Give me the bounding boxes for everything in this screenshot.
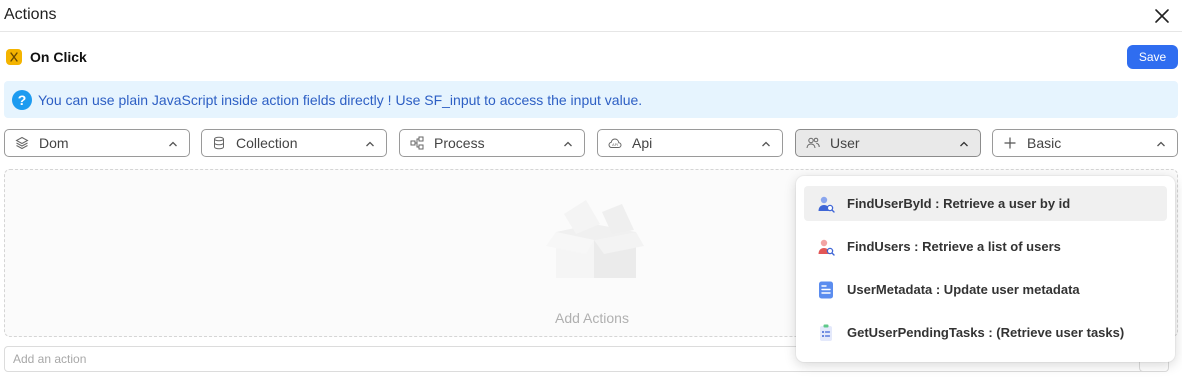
chevron-up-icon — [1155, 137, 1167, 149]
menu-item-label: UserMetadata : Update user metadata — [847, 282, 1080, 297]
menu-item-label: FindUsers : Retrieve a list of users — [847, 239, 1061, 254]
menu-item-user-metadata[interactable]: UserMetadata : Update user metadata — [804, 272, 1167, 307]
dropdown-collection[interactable]: Collection — [201, 129, 387, 157]
info-banner: ? You can use plain JavaScript inside ac… — [4, 81, 1178, 118]
svg-text:API: API — [612, 143, 618, 147]
dialog-header: Actions — [0, 0, 1182, 32]
event-icon — [6, 49, 22, 65]
plus-icon — [1003, 136, 1017, 150]
user-search-icon — [816, 194, 836, 214]
chevron-up-icon — [167, 137, 179, 149]
dropdown-basic[interactable]: Basic — [992, 129, 1178, 157]
dropdown-dom[interactable]: Dom — [4, 129, 190, 157]
document-icon — [816, 280, 836, 300]
save-button[interactable]: Save — [1127, 45, 1178, 69]
dropdown-label: Basic — [1027, 135, 1062, 151]
menu-item-label: FindUserById : Retrieve a user by id — [847, 196, 1071, 211]
dropdown-label: Collection — [236, 135, 298, 151]
menu-item-find-user-by-id[interactable]: FindUserById : Retrieve a user by id — [804, 186, 1167, 221]
chevron-up-icon — [364, 137, 376, 149]
dropdown-process[interactable]: Process — [399, 129, 585, 157]
database-icon — [212, 136, 226, 150]
dialog-title: Actions — [4, 6, 57, 23]
layers-icon — [15, 136, 29, 150]
dropdown-user[interactable]: User — [795, 129, 981, 157]
menu-item-label: GetUserPendingTasks : (Retrieve user tas… — [847, 325, 1125, 340]
dropdown-label: Dom — [39, 135, 69, 151]
task-list-icon — [816, 323, 836, 343]
user-dropdown-menu: FindUserById : Retrieve a user by id Fin… — [796, 176, 1175, 362]
chevron-up-icon — [760, 137, 772, 149]
chevron-up-icon — [958, 137, 970, 149]
users-icon — [806, 136, 820, 150]
cloud-api-icon: API — [608, 136, 622, 150]
event-row: On Click — [6, 46, 87, 68]
close-icon[interactable] — [1152, 6, 1172, 26]
dropdown-label: User — [830, 135, 860, 151]
users-search-icon — [816, 237, 836, 257]
question-icon: ? — [12, 89, 32, 110]
dropdown-label: Api — [632, 135, 653, 151]
dropdown-api[interactable]: API Api — [597, 129, 783, 157]
process-icon — [410, 136, 424, 150]
event-label: On Click — [30, 49, 87, 65]
info-text: You can use plain JavaScript inside acti… — [38, 91, 643, 108]
dropdown-label: Process — [434, 135, 485, 151]
menu-item-get-user-pending-tasks[interactable]: GetUserPendingTasks : (Retrieve user tas… — [804, 315, 1167, 350]
menu-item-find-users[interactable]: FindUsers : Retrieve a list of users — [804, 229, 1167, 264]
chevron-up-icon — [562, 137, 574, 149]
empty-box-icon — [542, 194, 646, 284]
